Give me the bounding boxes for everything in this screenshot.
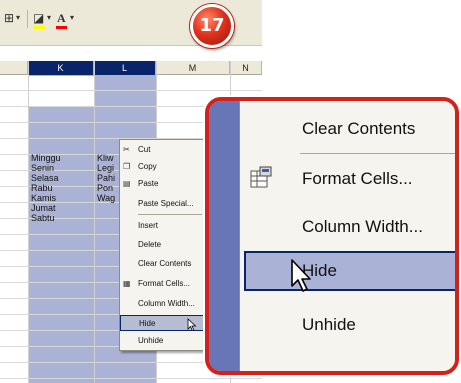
zoom-item-column-width[interactable]: Column Width...	[240, 207, 455, 247]
menu-item-paste-special[interactable]: Paste Special...	[120, 196, 204, 212]
cursor-arrow-icon	[291, 259, 311, 292]
chevron-down-icon[interactable]: ▾	[70, 10, 74, 26]
cell-k-day[interactable]: Kamis	[31, 193, 56, 203]
format-cells-icon: ▦	[123, 279, 131, 288]
clipboard-icon: ▤	[123, 179, 131, 188]
font-color-swatch	[56, 26, 67, 29]
column-header-m[interactable]: M	[156, 61, 230, 75]
fill-color-icon[interactable]: ◪	[33, 10, 44, 26]
menu-item-unhide[interactable]: Unhide	[120, 333, 204, 349]
menu-item-column-width[interactable]: Column Width...	[120, 296, 204, 312]
cell-k-day[interactable]: Minggu	[31, 153, 61, 163]
zoom-item-hide[interactable]: Hide	[244, 251, 455, 291]
cell-k-day[interactable]: Rabu	[31, 183, 53, 193]
zoom-item-label: Column Width...	[302, 217, 423, 236]
cursor-arrow-icon	[187, 318, 197, 330]
menu-item-format-cells[interactable]: ▦ Format Cells...	[120, 276, 204, 292]
step-number: 17	[199, 15, 225, 36]
menu-item-hide[interactable]: Hide	[120, 315, 204, 331]
context-menu: ✂ Cut ❐ Copy ▤ Paste Paste Special... In…	[119, 139, 205, 351]
column-header-k[interactable]: K	[28, 61, 94, 75]
column-line	[28, 61, 29, 383]
chevron-down-icon[interactable]: ▾	[47, 10, 51, 26]
cell-k-day[interactable]: Jumat	[31, 203, 56, 213]
zoom-item-unhide[interactable]: Unhide	[240, 305, 455, 345]
cell-l-pasaran[interactable]: Wag	[97, 193, 119, 203]
column-header-blank	[0, 61, 28, 75]
font-color-icon[interactable]: A	[57, 10, 66, 26]
selected-column-strip	[209, 101, 239, 371]
menu-item-label: Hide	[139, 319, 156, 328]
row-line	[0, 90, 262, 91]
menu-item-paste[interactable]: ▤ Paste	[120, 176, 204, 192]
zoom-item-label: Format Cells...	[302, 169, 413, 188]
menu-item-label: Paste	[138, 179, 159, 188]
menu-item-cut[interactable]: ✂ Cut	[120, 142, 204, 158]
step-number-badge: 17	[190, 4, 234, 48]
borders-icon[interactable]: ⊞	[4, 10, 14, 26]
zoom-item-label: Unhide	[302, 315, 356, 334]
menu-item-insert[interactable]: Insert	[120, 218, 204, 234]
cell-l-pasaran[interactable]: Pon	[97, 183, 119, 193]
copy-icon: ❐	[123, 162, 131, 171]
zoom-item-clear-contents[interactable]: Clear Contents	[240, 109, 455, 149]
toolbar-separator	[27, 10, 28, 28]
menu-separator	[300, 153, 455, 154]
cell-k-day[interactable]: Selasa	[31, 173, 59, 183]
scissors-icon: ✂	[123, 145, 130, 154]
magnified-context-menu: Clear Contents Format Cells... Column Wi…	[239, 101, 455, 371]
menu-item-label: Clear Contents	[138, 259, 192, 268]
menu-item-delete[interactable]: Delete	[120, 237, 204, 253]
column-line	[94, 61, 95, 383]
menu-item-label: Column Width...	[138, 299, 195, 308]
menu-item-clear-contents[interactable]: Clear Contents	[120, 256, 204, 272]
cell-l-pasaran[interactable]: Pahi	[97, 173, 119, 183]
fill-color-swatch	[33, 26, 45, 29]
menu-separator	[138, 214, 202, 215]
cell-k-day[interactable]: Sabtu	[31, 213, 55, 223]
chevron-down-icon[interactable]: ▾	[16, 10, 20, 26]
format-cells-icon	[250, 166, 272, 188]
column-header-row: K L M N	[0, 61, 262, 75]
cell-l-pasaran[interactable]: Kliw	[97, 153, 119, 163]
row-line	[0, 378, 262, 379]
menu-item-label: Insert	[138, 221, 159, 230]
menu-item-label: Unhide	[138, 336, 164, 345]
column-header-l[interactable]: L	[94, 61, 156, 75]
zoom-item-format-cells[interactable]: Format Cells...	[240, 159, 455, 199]
menu-item-label: Paste Special...	[138, 199, 194, 208]
column-header-n[interactable]: N	[230, 61, 262, 75]
magnified-context-menu-callout: Clear Contents Format Cells... Column Wi…	[205, 97, 459, 375]
menu-item-copy[interactable]: ❐ Copy	[120, 159, 204, 175]
menu-item-label: Format Cells...	[138, 279, 191, 288]
cell-k-day[interactable]: Senin	[31, 163, 54, 173]
menu-item-label: Copy	[138, 162, 157, 171]
cell-l-pasaran[interactable]: Legi	[97, 163, 119, 173]
menu-item-label: Delete	[138, 240, 162, 249]
zoom-item-label: Clear Contents	[302, 119, 416, 138]
menu-item-label: Cut	[138, 145, 151, 154]
